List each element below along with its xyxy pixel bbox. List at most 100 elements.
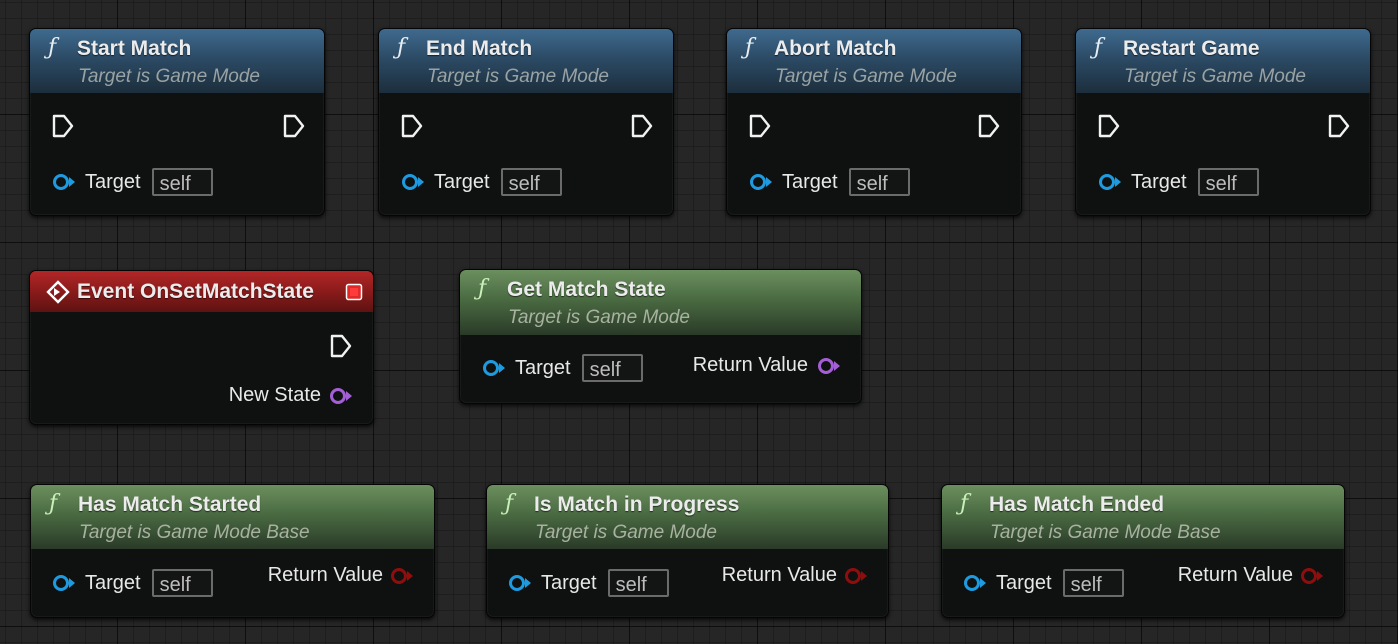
- target-label: Target: [1131, 170, 1187, 193]
- node-title: Abort Match: [774, 37, 897, 60]
- exec-in-pin-icon[interactable]: [52, 114, 74, 138]
- exec-out-pin-icon[interactable]: [330, 334, 352, 358]
- target-label: Target: [782, 170, 838, 193]
- object-pin-icon[interactable]: [749, 173, 773, 191]
- target-self-field[interactable]: self: [500, 168, 562, 196]
- node-header[interactable]: ƒ Has Match Started Target is Game Mode …: [31, 485, 434, 549]
- exec-in-pin-icon[interactable]: [1098, 114, 1120, 138]
- target-pin-row: Target self: [401, 168, 562, 196]
- node-start-match[interactable]: ƒ Start Match Target is Game Mode Target…: [29, 28, 325, 216]
- function-icon: ƒ: [49, 491, 58, 516]
- exec-out-pin-icon[interactable]: [978, 114, 1000, 138]
- object-pin-icon[interactable]: [52, 173, 76, 191]
- return-pin-row: Return Value: [693, 354, 841, 377]
- object-pin-icon[interactable]: [963, 574, 987, 592]
- target-label: Target: [85, 571, 141, 594]
- node-header[interactable]: ƒ Get Match State Target is Game Mode: [460, 270, 861, 335]
- exec-in-pin-icon[interactable]: [401, 114, 423, 138]
- target-pin-row: Target self: [482, 354, 643, 382]
- node-subtitle: Target is Game Mode: [535, 522, 717, 543]
- node-title: Start Match: [77, 37, 192, 60]
- return-value-label: Return Value: [721, 564, 837, 586]
- exec-in-pin-icon[interactable]: [749, 114, 771, 138]
- node-is-match-in-progress[interactable]: ƒ Is Match in Progress Target is Game Mo…: [486, 484, 889, 618]
- target-pin-row: Target self: [1098, 168, 1259, 196]
- exec-out-pin-icon[interactable]: [1328, 114, 1350, 138]
- node-has-match-started[interactable]: ƒ Has Match Started Target is Game Mode …: [30, 484, 435, 618]
- node-title: Has Match Ended: [989, 493, 1165, 516]
- object-pin-icon[interactable]: [52, 574, 76, 592]
- node-subtitle: Target is Game Mode: [775, 66, 957, 87]
- target-label: Target: [85, 170, 141, 193]
- byte-pin-icon[interactable]: [329, 387, 353, 405]
- node-end-match[interactable]: ƒ End Match Target is Game Mode Target s…: [378, 28, 674, 216]
- node-title: End Match: [426, 37, 533, 60]
- node-subtitle: Target is Game Mode: [78, 66, 260, 87]
- target-label: Target: [515, 356, 571, 379]
- byte-pin-icon[interactable]: [817, 357, 841, 375]
- function-icon: ƒ: [1094, 35, 1103, 60]
- node-header[interactable]: ƒ Restart Game Target is Game Mode: [1076, 29, 1370, 93]
- object-pin-icon[interactable]: [508, 574, 532, 592]
- node-has-match-ended[interactable]: ƒ Has Match Ended Target is Game Mode Ba…: [941, 484, 1345, 618]
- node-subtitle: Target is Game Mode: [1124, 66, 1306, 87]
- node-subtitle: Target is Game Mode: [427, 66, 609, 87]
- node-header[interactable]: ƒ Has Match Ended Target is Game Mode Ba…: [942, 485, 1344, 549]
- node-subtitle: Target is Game Mode: [508, 307, 690, 328]
- target-self-field[interactable]: self: [1197, 168, 1259, 196]
- node-title: Is Match in Progress: [534, 493, 740, 516]
- exec-out-pin-icon[interactable]: [631, 114, 653, 138]
- target-label: Target: [541, 571, 597, 594]
- return-value-label: Return Value: [692, 354, 808, 376]
- target-pin-row: Target self: [52, 569, 213, 597]
- return-pin-row: Return Value: [722, 564, 868, 587]
- target-self-field[interactable]: self: [607, 569, 669, 597]
- node-title: Restart Game: [1123, 37, 1260, 60]
- target-pin-row: Target self: [508, 569, 669, 597]
- node-header[interactable]: ƒ Abort Match Target is Game Mode: [727, 29, 1021, 93]
- node-subtitle: Target is Game Mode Base: [79, 522, 310, 543]
- node-get-match-state[interactable]: ƒ Get Match State Target is Game Mode Ta…: [459, 269, 862, 404]
- node-header[interactable]: ƒ Is Match in Progress Target is Game Mo…: [487, 485, 888, 549]
- target-pin-row: Target self: [963, 569, 1124, 597]
- target-self-field[interactable]: self: [151, 569, 213, 597]
- node-header[interactable]: ƒ End Match Target is Game Mode: [379, 29, 673, 93]
- bool-pin-icon[interactable]: [390, 567, 414, 585]
- return-pin-row: Return Value: [268, 564, 414, 587]
- exec-out-pin-icon[interactable]: [283, 114, 305, 138]
- object-pin-icon[interactable]: [482, 359, 506, 377]
- node-title: Get Match State: [507, 278, 666, 301]
- target-self-field[interactable]: self: [1062, 569, 1124, 597]
- function-icon: ƒ: [505, 491, 514, 516]
- function-icon: ƒ: [397, 35, 406, 60]
- node-event-on-set-match-state[interactable]: Event OnSetMatchState New State: [29, 270, 374, 425]
- node-subtitle: Target is Game Mode Base: [990, 522, 1221, 543]
- function-icon: ƒ: [960, 491, 969, 516]
- node-title: Event OnSetMatchState: [77, 280, 314, 303]
- new-state-label: New State: [228, 384, 321, 406]
- node-abort-match[interactable]: ƒ Abort Match Target is Game Mode Target…: [726, 28, 1022, 216]
- target-self-field[interactable]: self: [581, 354, 643, 382]
- node-title: Has Match Started: [78, 493, 262, 516]
- node-restart-game[interactable]: ƒ Restart Game Target is Game Mode Targe…: [1075, 28, 1371, 216]
- bool-pin-icon[interactable]: [844, 567, 868, 585]
- new-state-pin-row: New State: [229, 384, 353, 407]
- node-header[interactable]: Event OnSetMatchState: [30, 271, 373, 312]
- target-pin-row: Target self: [749, 168, 910, 196]
- target-self-field[interactable]: self: [848, 168, 910, 196]
- return-pin-row: Return Value: [1178, 564, 1324, 587]
- function-icon: ƒ: [48, 35, 57, 60]
- function-icon: ƒ: [745, 35, 754, 60]
- target-pin-row: Target self: [52, 168, 213, 196]
- target-label: Target: [996, 571, 1052, 594]
- node-header[interactable]: ƒ Start Match Target is Game Mode: [30, 29, 324, 93]
- bool-pin-icon[interactable]: [1300, 567, 1324, 585]
- stop-icon[interactable]: [345, 283, 363, 301]
- return-value-label: Return Value: [267, 564, 383, 586]
- return-value-label: Return Value: [1177, 564, 1293, 586]
- target-self-field[interactable]: self: [151, 168, 213, 196]
- target-label: Target: [434, 170, 490, 193]
- object-pin-icon[interactable]: [1098, 173, 1122, 191]
- object-pin-icon[interactable]: [401, 173, 425, 191]
- function-icon: ƒ: [478, 276, 487, 301]
